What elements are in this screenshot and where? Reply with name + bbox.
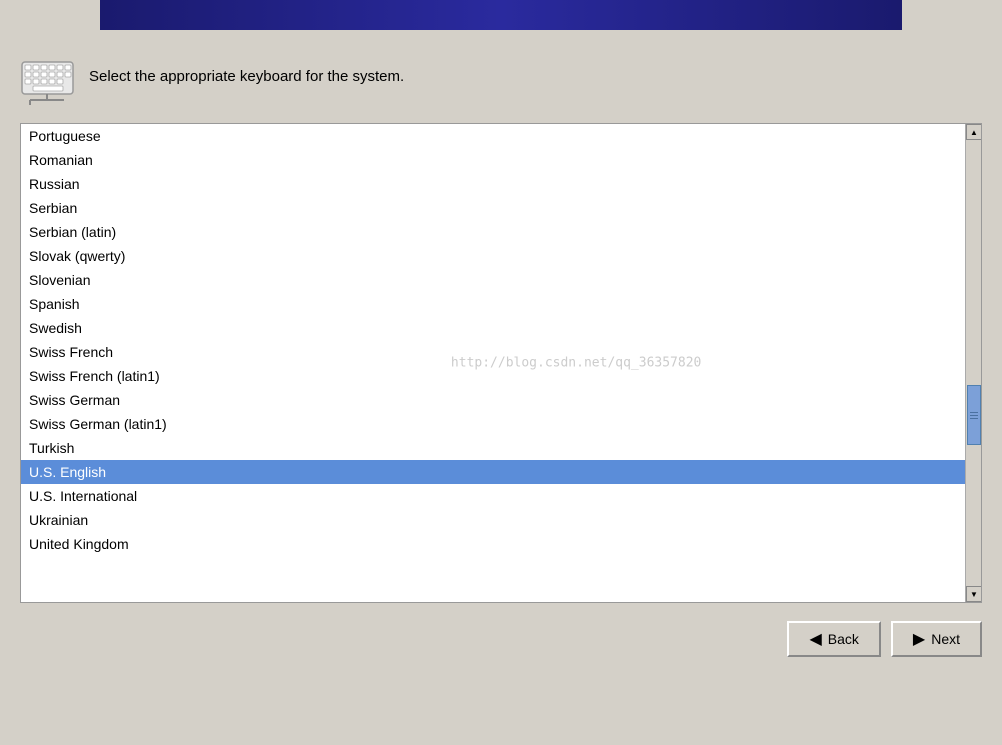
list-item[interactable]: Swedish [21,316,965,340]
list-item[interactable]: U.S. English [21,460,965,484]
list-item[interactable]: Swiss French [21,340,965,364]
back-button[interactable]: ◀ Back [787,621,880,657]
list-item[interactable]: Swiss German [21,388,965,412]
list-item[interactable]: Russian [21,172,965,196]
list-item[interactable]: Serbian [21,196,965,220]
scrollbar-thumb[interactable] [967,385,981,445]
header-text: Select the appropriate keyboard for the … [89,66,404,89]
back-label: Back [828,631,859,647]
list-item[interactable]: Turkish [21,436,965,460]
next-label: Next [931,631,960,647]
back-icon: ◀ [809,629,821,649]
list-item[interactable]: Ukrainian [21,508,965,532]
list-item[interactable]: Spanish [21,292,965,316]
next-icon: ▶ [913,629,925,649]
scroll-up-button[interactable]: ▲ [966,124,982,140]
list-item[interactable]: Portuguese [21,124,965,148]
scrollbar[interactable]: ▲ ▼ [965,124,981,602]
next-button[interactable]: ▶ Next [891,621,982,657]
list-item[interactable]: U.S. International [21,484,965,508]
keyboard-icon [20,50,75,105]
scrollbar-area[interactable] [966,140,981,586]
scroll-down-button[interactable]: ▼ [966,586,982,602]
list-item[interactable]: United Kingdom [21,532,965,556]
list-item[interactable]: Swiss German (latin1) [21,412,965,436]
list-item[interactable]: Slovak (qwerty) [21,244,965,268]
list-item[interactable]: Romanian [21,148,965,172]
list-item[interactable]: Serbian (latin) [21,220,965,244]
keyboard-layout-list[interactable]: PortugueseRomanianRussianSerbianSerbian … [20,123,982,603]
top-progress-bar [100,0,902,30]
list-item[interactable]: Swiss French (latin1) [21,364,965,388]
list-item[interactable]: Slovenian [21,268,965,292]
